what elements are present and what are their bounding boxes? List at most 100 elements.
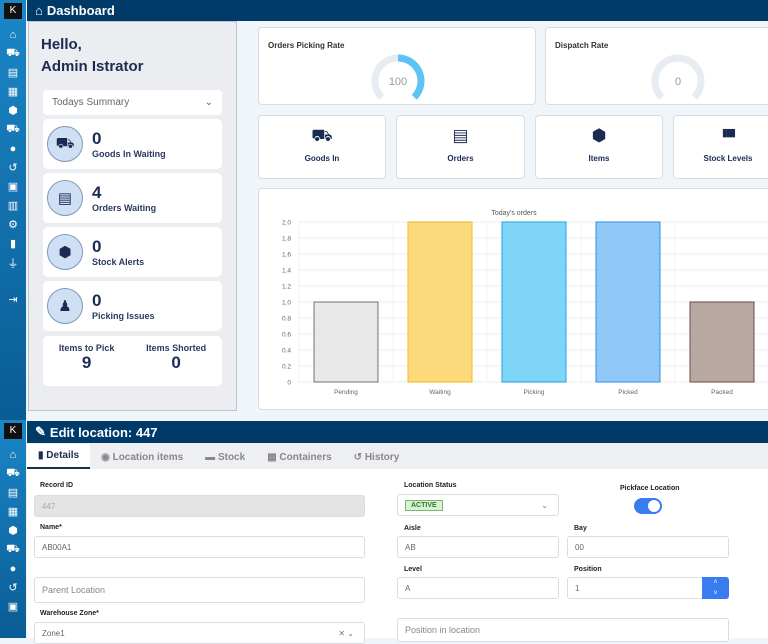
bar-chart-icon: ▮▮▮	[721, 127, 736, 139]
summary-select[interactable]: Todays Summary ⌄	[43, 90, 222, 115]
box-icon: ⬢	[591, 126, 607, 145]
app-logo: K	[4, 423, 22, 439]
location-form: Record ID 447 Name* AB00A1 Parent Locati…	[27, 469, 768, 644]
app-logo: K	[4, 3, 22, 19]
pick-totals: Items to Pick 9 Items Shorted 0	[43, 336, 222, 386]
location-icon[interactable]: ●	[0, 559, 26, 578]
warehouse-icon[interactable]: ▥	[0, 196, 26, 215]
warehouse-zone-select[interactable]: Zone1 ✕ ⌄	[34, 622, 365, 644]
forklift-icon: ⛟	[311, 126, 333, 145]
tab-details[interactable]: ▮ Details	[27, 444, 91, 469]
sidebar-bottom: K ⌂ ⛟ ▤ ▦ ⬢ ⛟ ● ↺ ▣	[0, 420, 26, 638]
stat-picking-issues[interactable]: ♟ 0 Picking Issues	[43, 281, 222, 331]
y-tick-label: 0.4	[282, 348, 291, 355]
settings-icon[interactable]: ⚙	[0, 215, 26, 234]
edit-title: Edit location: 447	[49, 424, 158, 440]
y-tick-label: 1.2	[282, 284, 291, 291]
y-tick-label: 1.8	[282, 236, 291, 243]
x-tick-label: Packed	[711, 389, 733, 396]
y-tick-label: 0.8	[282, 316, 291, 323]
home-icon[interactable]: ⌂	[0, 445, 26, 464]
position-in-location-field[interactable]: Position in location	[397, 618, 729, 642]
delivery-icon[interactable]: ⛟	[0, 120, 26, 139]
greeting: Hello, Admin Istrator	[41, 36, 144, 75]
containers-icon[interactable]: ▦	[0, 82, 26, 101]
chevron-down-icon: ⌄	[204, 97, 213, 108]
y-tick-label: 2.0	[282, 220, 291, 227]
y-tick-label: 0	[287, 380, 291, 387]
y-tick-label: 1.6	[282, 252, 291, 259]
picking-rate-card: Orders Picking Rate 100	[258, 27, 536, 108]
bar-packed	[689, 301, 755, 383]
tab-history[interactable]: ↺ History	[343, 452, 411, 469]
forklift-icon: ⛟	[47, 126, 83, 162]
y-tick-label: 0.2	[282, 364, 291, 371]
chart-svg: Today's orders 0 0.2 0.4 0.6 0.8 1.0 1.2 1.4 1.6 1…	[282, 210, 768, 396]
bar-pending	[313, 301, 379, 383]
book-icon: ▤	[47, 180, 83, 216]
sidebar-top: K ⌂ ⛟ ▤ ▦ ⬢ ⛟ ● ↺ ▣ ▥ ⚙ ▮ ⏚ ⇥	[0, 0, 26, 420]
stat-orders[interactable]: ▤ 4 Orders Waiting	[43, 173, 222, 223]
bay-field[interactable]: 00	[567, 536, 729, 558]
home-icon: ⌂	[35, 3, 43, 18]
delivery-icon[interactable]: ⛟	[0, 540, 26, 559]
svg-text:100: 100	[389, 76, 407, 88]
edit-tabs: ▮ Details ◉ Location items ▬ Stock ▦ Con…	[27, 443, 768, 469]
battery-icon[interactable]: ▮	[0, 234, 26, 253]
returns-icon[interactable]: ↺	[0, 158, 26, 177]
contacts-icon[interactable]: ▣	[0, 597, 26, 616]
y-tick-label: 0.6	[282, 332, 291, 339]
stepper-buttons[interactable]: ˄ ˅	[702, 577, 729, 599]
bar-picked	[595, 221, 661, 383]
record-id-field: 447	[34, 495, 365, 517]
cubes-icon: ⬢	[47, 234, 83, 270]
dispatch-rate-gauge: 0	[651, 54, 705, 108]
items-icon[interactable]: ⬢	[0, 521, 26, 540]
stat-goods-in[interactable]: ⛟ 0 Goods In Waiting	[43, 119, 222, 169]
status-badge: ACTIVE	[405, 499, 443, 511]
x-tick-label: Picked	[618, 389, 638, 396]
pickface-toggle[interactable]	[634, 498, 662, 514]
plugin-icon[interactable]: ⏚	[0, 253, 26, 272]
summary-panel: Hello, Admin Istrator Todays Summary ⌄ ⛟ 0 G…	[28, 21, 237, 411]
chart-title: Today's orders	[491, 210, 537, 217]
tab-location-items[interactable]: ◉ Location items	[90, 452, 194, 469]
location-status-select[interactable]: ACTIVE ⌄	[397, 494, 559, 516]
x-tick-label: Pending	[334, 389, 358, 396]
name-field[interactable]: AB00A1	[34, 536, 365, 558]
bar-waiting	[407, 221, 473, 383]
aisle-field[interactable]: AB	[397, 536, 559, 558]
tab-containers[interactable]: ▦ Containers	[256, 452, 342, 469]
logout-icon[interactable]: ⇥	[0, 290, 26, 309]
todays-orders-chart: Today's orders 0 0.2 0.4 0.6 0.8 1.0 1.2 1.4 1.6 1…	[258, 188, 768, 410]
goods-in-icon[interactable]: ⛟	[0, 464, 26, 483]
y-tick-label: 1.4	[282, 268, 291, 275]
contacts-icon[interactable]: ▣	[0, 177, 26, 196]
edit-header: ✎ Edit location: 447	[27, 421, 768, 443]
picking-rate-gauge: 100	[371, 54, 425, 108]
bar-picking	[501, 221, 567, 383]
quick-link-stock-levels[interactable]: ▮▮▮ Stock Levels	[673, 115, 768, 179]
orders-icon[interactable]: ▤	[0, 63, 26, 82]
goods-in-icon[interactable]: ⛟	[0, 44, 26, 63]
clear-icon[interactable]: ✕ ⌄	[338, 629, 354, 638]
quick-link-items[interactable]: ⬢ Items	[535, 115, 663, 179]
location-icon[interactable]: ●	[0, 139, 26, 158]
containers-icon[interactable]: ▦	[0, 502, 26, 521]
chevron-down-icon: ⌄	[541, 500, 548, 510]
items-icon[interactable]: ⬢	[0, 101, 26, 120]
x-tick-label: Picking	[524, 389, 545, 396]
level-field[interactable]: A	[397, 577, 559, 599]
edit-icon: ✎	[35, 424, 46, 439]
orders-icon[interactable]: ▤	[0, 483, 26, 502]
page-title: Dashboard	[46, 3, 115, 18]
person-alert-icon: ♟	[47, 288, 83, 324]
parent-location-field[interactable]: Parent Location	[34, 577, 365, 603]
stat-stock-alerts[interactable]: ⬢ 0 Stock Alerts	[43, 227, 222, 277]
tab-stock[interactable]: ▬ Stock	[194, 452, 256, 469]
quick-link-goods-in[interactable]: ⛟ Goods In	[258, 115, 386, 179]
dispatch-rate-card: Dispatch Rate 0	[545, 27, 768, 108]
returns-icon[interactable]: ↺	[0, 578, 26, 597]
quick-link-orders[interactable]: ▤ Orders	[396, 115, 525, 179]
home-icon[interactable]: ⌂	[0, 25, 26, 44]
